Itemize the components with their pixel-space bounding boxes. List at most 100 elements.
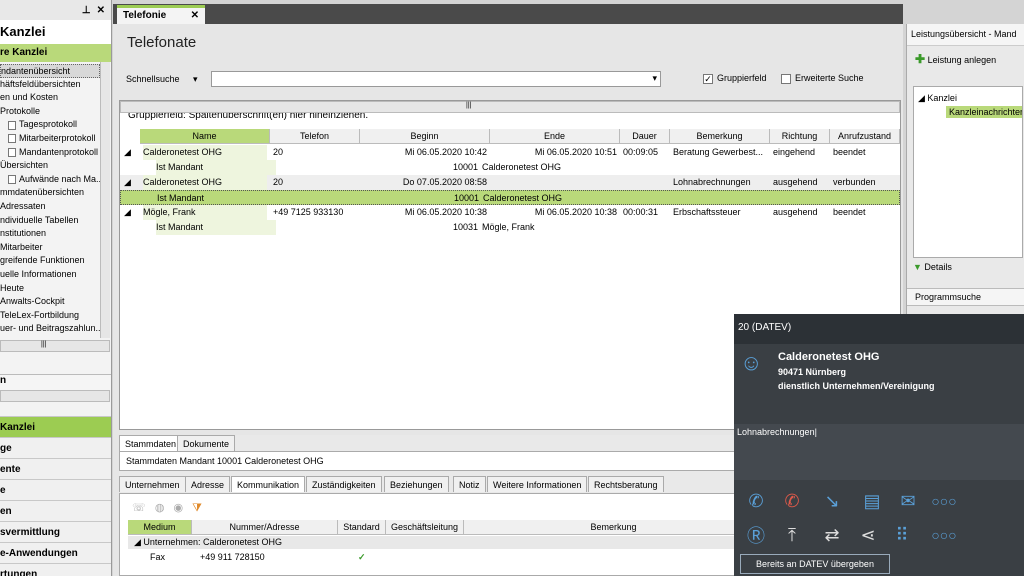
record-icon[interactable]: ◉ <box>174 502 184 514</box>
sidebar-tree-item[interactable]: Anwalts-Cockpit <box>0 295 100 309</box>
column-header[interactable]: Name <box>140 129 270 144</box>
sidebar-tree-item[interactable]: ndividuelle Tabellen <box>0 214 100 228</box>
comm-column-header[interactable]: Standard <box>338 520 386 535</box>
details-toggle[interactable]: ▼ Details <box>913 262 1023 276</box>
sidebar-tree-item[interactable]: greifende Funktionen <box>0 254 100 268</box>
collapse-icon[interactable]: ◢ <box>124 175 131 190</box>
sidebar-tree-item[interactable]: ndantenübersicht <box>0 64 100 78</box>
sidebar-tree-item[interactable]: uelle Informationen <box>0 268 100 282</box>
phone-icon[interactable]: ☏ <box>132 502 146 514</box>
column-header[interactable]: Beginn <box>360 129 490 144</box>
comm-column-header[interactable]: Medium <box>128 520 192 535</box>
more-options-icon[interactable]: ○○○ <box>930 522 958 548</box>
nav-button[interactable]: e-Anwendungen <box>0 542 111 563</box>
detail-tab[interactable]: Zuständigkeiten <box>306 476 382 492</box>
tab-close-icon[interactable]: ✕ <box>191 10 199 22</box>
merge-icon[interactable]: ⤒ <box>778 522 806 548</box>
nav-button[interactable]: e <box>0 479 111 500</box>
group-field-checkbox[interactable]: ✓ Gruppierfeld <box>703 73 767 84</box>
extended-search-checkbox[interactable]: Erweiterte Suche <box>781 73 864 84</box>
globe-icon[interactable]: ◍ <box>155 502 165 514</box>
more-icon[interactable]: ○○○ <box>930 488 958 514</box>
add-leistung-button[interactable]: ✚ Leistung anlegen <box>907 46 1024 72</box>
column-header[interactable]: Bemerkung <box>670 129 770 144</box>
tab-stammdaten[interactable]: Stammdaten <box>119 435 183 451</box>
detail-tab[interactable]: Adresse <box>185 476 231 492</box>
sidebar-tree-item[interactable]: Protokolle <box>0 105 100 119</box>
table-row[interactable]: ◢ Calderonetest OHG 20 Mi 06.05.2020 10:42 M… <box>120 145 900 160</box>
sidebar-tree-item[interactable]: Mitarbeiterprotokoll <box>0 132 100 146</box>
note-textarea[interactable]: Lohnabrechnungen| <box>734 424 1024 480</box>
tree-horizontal-scrollbar[interactable]: ||| <box>0 340 110 352</box>
grid-subcell-sub_name: Mögle, Frank <box>482 222 535 232</box>
second-horizontal-scrollbar[interactable] <box>0 390 110 402</box>
detail-tab[interactable]: Weitere Informationen <box>487 476 588 492</box>
dialpad-icon[interactable]: ⠿ <box>888 522 916 548</box>
sidebar-tree-item[interactable]: TeleLex-Fortbildung <box>0 309 100 323</box>
sidebar-tree-item[interactable]: häftsfeldübersichten <box>0 78 100 92</box>
detail-tab[interactable]: Unternehmen <box>119 476 186 492</box>
tab-telefonie[interactable]: Telefonie ✕ <box>117 5 205 24</box>
nav-button[interactable]: svermittlung <box>0 521 111 542</box>
nav-button[interactable]: ente <box>0 458 111 479</box>
collapse-icon[interactable]: ◢ <box>124 145 131 160</box>
comm-column-header[interactable]: Nummer/Adresse <box>192 520 338 535</box>
list-item[interactable]: Ist Mandant 10001 Calderonetest OHG <box>120 190 900 205</box>
hangup-icon[interactable]: ✆ <box>778 488 806 514</box>
nav-button[interactable]: rtungen <box>0 563 111 576</box>
sidebar-tree-item[interactable]: Heute <box>0 282 100 296</box>
handover-button[interactable]: Bereits an DATEV übergeben <box>740 554 890 574</box>
contact-card-icon[interactable]: ▤ <box>858 488 886 514</box>
pin-icon[interactable]: ⊥ <box>82 5 91 16</box>
quick-search-dropdown-icon[interactable]: ▾ <box>193 74 198 85</box>
sidebar-tree-item[interactable]: nstitutionen <box>0 227 100 241</box>
phone-forward-icon[interactable]: ✆ <box>742 488 770 514</box>
quick-search-chevron-down-icon[interactable]: ▾ <box>652 73 657 84</box>
nav-button[interactable]: Kanzlei <box>0 416 111 437</box>
detail-tab[interactable]: Kommunikation <box>231 476 306 492</box>
grid-horizontal-scrollbar[interactable]: ||| <box>120 101 900 113</box>
tree-scrollbar[interactable] <box>100 62 110 338</box>
nav-button[interactable]: ge <box>0 437 111 458</box>
list-item[interactable]: Ist Mandant 10031 Mögle, Frank <box>120 220 900 235</box>
tab-dokumente[interactable]: Dokumente <box>177 435 236 451</box>
comm-column-header[interactable]: Geschäftsleitung <box>386 520 464 535</box>
tree-item-kanzleinachrichten[interactable]: Kanzleinachrichten <box>946 106 1022 118</box>
swap-icon[interactable]: ⇄ <box>818 522 846 548</box>
transfer-icon[interactable]: ↘ <box>818 488 846 514</box>
sidebar-tree-item[interactable]: Übersichten <box>0 159 100 173</box>
record-r-icon[interactable]: Ⓡ <box>742 522 770 548</box>
detail-tab[interactable]: Beziehungen <box>384 476 449 492</box>
sidebar-tree-item[interactable]: Mandantenprotokoll <box>0 146 100 160</box>
detail-tab[interactable]: Notiz <box>453 476 486 492</box>
share-icon[interactable]: ⋖ <box>854 522 882 548</box>
column-header[interactable]: Anrufzustand <box>830 129 900 144</box>
sidebar-tree-item[interactable]: Tagesprotokoll <box>0 118 100 132</box>
sidebar-tree-item[interactable]: Adressaten <box>0 200 100 214</box>
collapse-icon[interactable]: ◢ <box>918 93 927 103</box>
table-row[interactable]: ◢ Mögle, Frank +49 7125 933130 Mi 06.05.202… <box>120 205 900 220</box>
comm-column-header[interactable]: Bemerkung <box>464 520 764 535</box>
nav-button[interactable]: en <box>0 500 111 521</box>
mail-icon[interactable]: ✉ <box>894 488 922 514</box>
collapse-icon[interactable]: ◢ <box>134 537 143 547</box>
column-header[interactable]: Telefon <box>270 129 360 144</box>
filter-icon[interactable]: ⧩ <box>192 502 202 514</box>
table-row[interactable]: ◢ Calderonetest OHG 20 Do 07.05.2020 08:58 L… <box>120 175 900 190</box>
tree-root-kanzlei[interactable]: ◢ Kanzlei <box>914 87 1022 104</box>
sidebar-tree-item[interactable]: en und Kosten <box>0 91 100 105</box>
collapse-icon[interactable]: ◢ <box>124 205 131 220</box>
sidebar-tree-item[interactable]: uer- und Beitragszahlun... <box>0 322 103 336</box>
programmsuche-header[interactable]: Programmsuche <box>907 288 1024 306</box>
sidebar-tree-item[interactable]: Mitarbeiter <box>0 241 100 255</box>
sidebar-tree-item[interactable]: mmdatenübersichten <box>0 186 100 200</box>
column-header[interactable]: Dauer <box>620 129 670 144</box>
column-header[interactable]: Ende <box>490 129 620 144</box>
detail-tab[interactable]: Rechtsberatung <box>588 476 664 492</box>
column-header[interactable]: Richtung <box>770 129 830 144</box>
grid-cell-telefon: 20 <box>273 147 284 157</box>
quick-search-input[interactable]: ▾ <box>211 71 661 87</box>
list-item[interactable]: Ist Mandant 10001 Calderonetest OHG <box>120 160 900 175</box>
sidebar-tree-item[interactable]: Aufwände nach Ma... <box>0 173 104 187</box>
close-icon[interactable]: ✕ <box>97 5 105 16</box>
